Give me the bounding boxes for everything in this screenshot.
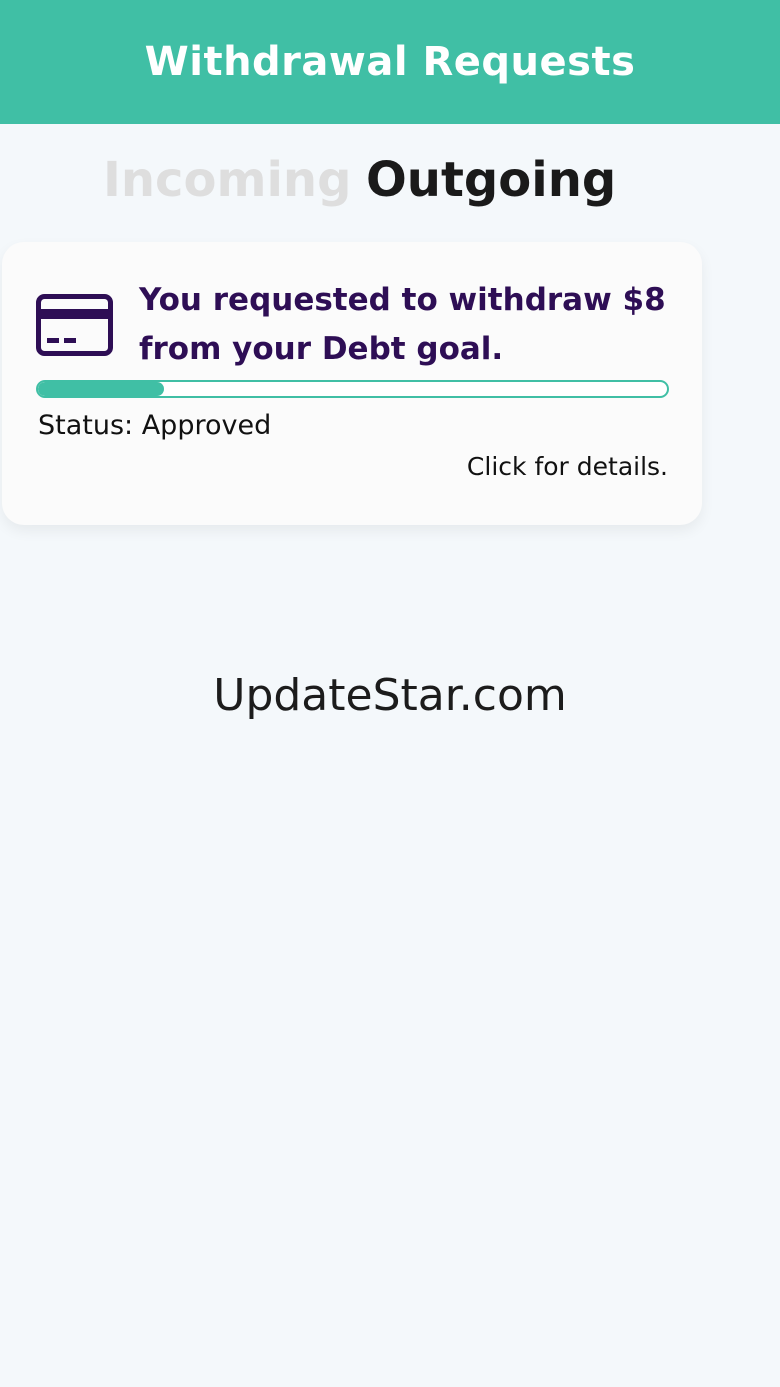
credit-card-icon	[36, 294, 113, 356]
tab-bar: Incoming Outgoing	[0, 148, 780, 218]
tab-outgoing[interactable]: Outgoing	[366, 148, 616, 212]
request-progress-bar	[36, 380, 669, 398]
request-message: You requested to withdraw $8 from your D…	[139, 282, 666, 367]
request-details-link[interactable]: Click for details.	[467, 450, 668, 484]
tab-incoming[interactable]: Incoming	[103, 148, 351, 212]
request-progress-fill	[38, 382, 164, 396]
withdrawal-request-card[interactable]: You requested to withdraw $8 from your D…	[2, 242, 702, 525]
request-status: Status: Approved	[38, 410, 272, 441]
page-title: Withdrawal Requests	[144, 39, 636, 85]
watermark-text: UpdateStar.com	[213, 670, 567, 721]
app-header: Withdrawal Requests	[0, 0, 780, 124]
